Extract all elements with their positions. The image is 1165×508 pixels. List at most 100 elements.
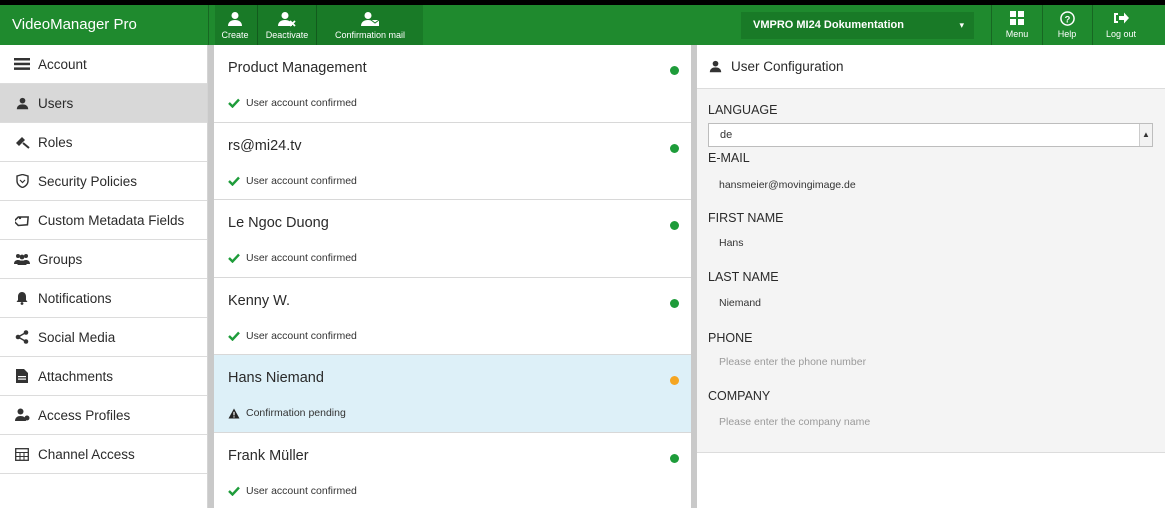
add-user-icon [215,5,255,29]
top-bar: VideoManager Pro Create Deactivate Confi… [0,0,1165,45]
panel-header: User Configuration [697,45,1165,89]
sidebar-item-account[interactable]: Account [0,45,207,84]
last-name-field[interactable]: Niemand [719,297,761,309]
sidebar-item-label: Channel Access [38,446,135,462]
sidebar-item-groups[interactable]: Groups [0,240,207,279]
confirmation-mail-button[interactable]: Confirmation mail [318,5,422,45]
language-label: LANGUAGE [708,103,778,117]
sidebar-item-access-profiles[interactable]: Access Profiles [0,396,207,435]
help-label: Help [1057,29,1077,39]
help-button[interactable]: ? Help [1047,5,1087,45]
first-name-field[interactable]: Hans [719,237,744,249]
sidebar-item-custom-metadata-fields[interactable]: Custom Metadata Fields [0,201,207,240]
svg-text:?: ? [1064,14,1070,24]
language-value: de [720,129,733,141]
sidebar-item-label: Access Profiles [38,407,131,423]
status-dot [670,298,679,308]
sidebar-item-channel-access[interactable]: Channel Access [0,435,207,474]
user-status: User account confirmed [228,330,357,342]
user-list-item[interactable]: Product Management User account confirme… [214,45,691,123]
user-list-item-selected[interactable]: Hans Niemand Confirmation pending [214,355,691,433]
first-name-label: FIRST NAME [708,211,784,225]
status-text: User account confirmed [246,252,357,264]
email-field[interactable]: hansmeier@movingimage.de [719,179,856,191]
phone-field[interactable]: Please enter the phone number [719,356,866,368]
remove-user-icon [259,5,315,29]
help-icon: ? [1047,5,1087,29]
sidebar-item-users[interactable]: Users [0,84,207,123]
user-icon [709,60,722,73]
user-status: User account confirmed [228,252,357,264]
access-profile-icon [14,407,30,423]
user-name: Le Ngoc Duong [228,215,329,231]
status-text: User account confirmed [246,174,357,187]
check-icon [228,486,240,496]
status-text: User account confirmed [246,484,357,497]
divider [257,5,258,45]
user-name: Kenny W. [228,292,291,309]
user-status: Confirmation pending [228,407,346,419]
file-icon [14,368,30,384]
status-dot [670,221,679,230]
check-icon [228,331,240,341]
user-form: LANGUAGE de ▲ E-MAIL hansmeier@movingima… [697,89,1165,453]
user-list-item[interactable]: Kenny W. User account confirmed [214,277,691,355]
logout-icon [1101,5,1141,29]
grid-menu-icon [997,5,1037,29]
check-icon [228,253,240,263]
logout-button[interactable]: Log out [1101,5,1141,45]
tag-icon [14,212,30,228]
menu-label: Menu [1005,29,1029,39]
sidebar-item-attachments[interactable]: Attachments [0,357,207,396]
check-icon [228,98,240,108]
sidebar-item-label: Security Policies [38,173,138,189]
divider [316,5,317,45]
deactivate-label: Deactivate [265,30,309,40]
sidebar-item-label: Users [38,95,74,111]
create-label: Create [221,30,249,40]
logout-label: Log out [1105,29,1137,39]
warning-icon [228,408,240,419]
status-text: Confirmation pending [246,407,346,419]
panel-title: User Configuration [731,59,844,74]
user-name: Hans Niemand [228,370,324,386]
user-list-item[interactable]: rs@mi24.tv User account confirmed [214,122,691,200]
chevron-down-icon: ▾ [959,20,964,30]
divider [208,5,209,45]
divider [1042,5,1043,45]
sidebar-item-roles[interactable]: Roles [0,123,207,162]
sidebar-item-label: Social Media [38,329,116,345]
user-name: rs@mi24.tv [228,137,302,154]
channel-icon [14,446,30,462]
user-name: Frank Müller [228,447,309,464]
status-text: User account confirmed [246,329,357,342]
user-list-item[interactable]: Le Ngoc Duong User account confirmed [214,200,691,278]
select-arrows-icon: ▲ [1139,124,1152,146]
sidebar-item-label: Account [38,56,87,72]
sidebar-item-notifications[interactable]: Notifications [0,279,207,318]
bell-icon [14,290,30,306]
company-field[interactable]: Please enter the company name [719,416,870,428]
share-icon [14,329,30,345]
status-dot [670,376,679,385]
roles-icon [14,134,30,150]
create-button[interactable]: Create [215,5,255,45]
sidebar-item-label: Custom Metadata Fields [38,212,185,228]
user-icon [14,95,30,111]
sidebar-item-social-media[interactable]: Social Media [0,318,207,357]
deactivate-button[interactable]: Deactivate [259,5,315,45]
project-selector[interactable]: VMPRO MI24 Dokumentation ▾ [741,12,974,39]
sidebar-item-label: Attachments [38,368,114,384]
user-status: User account confirmed [228,97,357,109]
sidebar-item-label: Notifications [38,290,112,306]
divider [1092,5,1093,45]
language-select[interactable]: de ▲ [708,123,1153,147]
confirmation-mail-label: Confirmation mail [334,30,406,40]
user-list-item[interactable]: Frank Müller User account confirmed [214,432,691,508]
sidebar-item-security-policies[interactable]: Security Policies [0,162,207,201]
last-name-label: LAST NAME [708,270,779,284]
status-text: User account confirmed [246,97,357,109]
menu-button[interactable]: Menu [997,5,1037,45]
sidebar-item-label: Groups [38,251,83,267]
status-dot [670,143,679,153]
